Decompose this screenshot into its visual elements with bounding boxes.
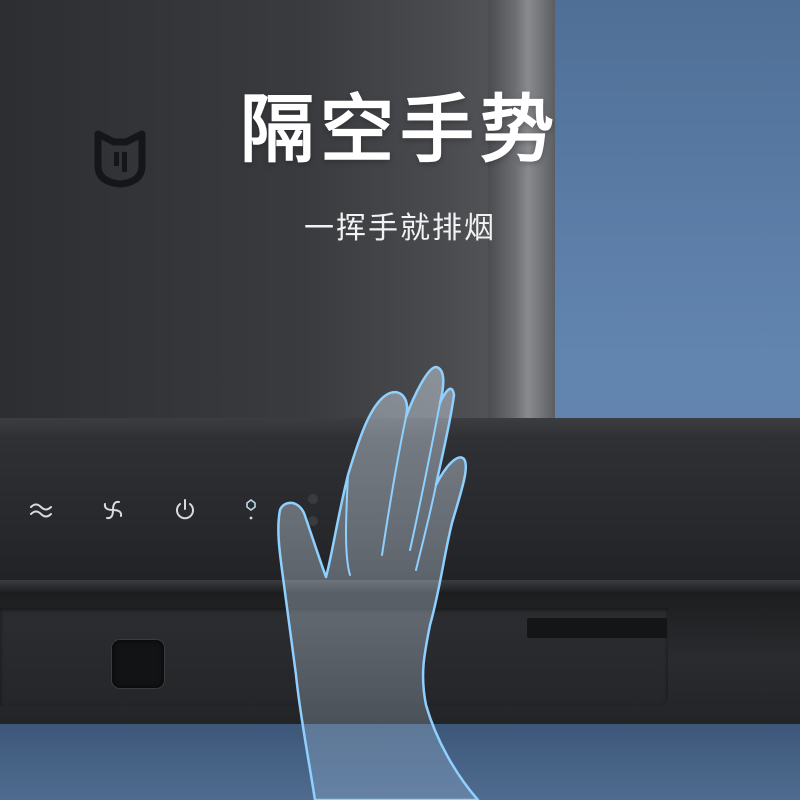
gesture-sensor-window	[112, 640, 164, 688]
air-slot	[527, 618, 667, 638]
headline: 隔空手势	[240, 87, 560, 173]
fan-icon[interactable]	[98, 495, 128, 525]
subheadline: 一挥手就排烟	[304, 211, 496, 246]
power-icon[interactable]	[170, 495, 200, 525]
product-scene: 隔空手势 一挥手就排烟	[0, 0, 800, 800]
gesture-hand-illustration	[277, 365, 480, 800]
wave-mode-icon[interactable]	[26, 495, 56, 525]
